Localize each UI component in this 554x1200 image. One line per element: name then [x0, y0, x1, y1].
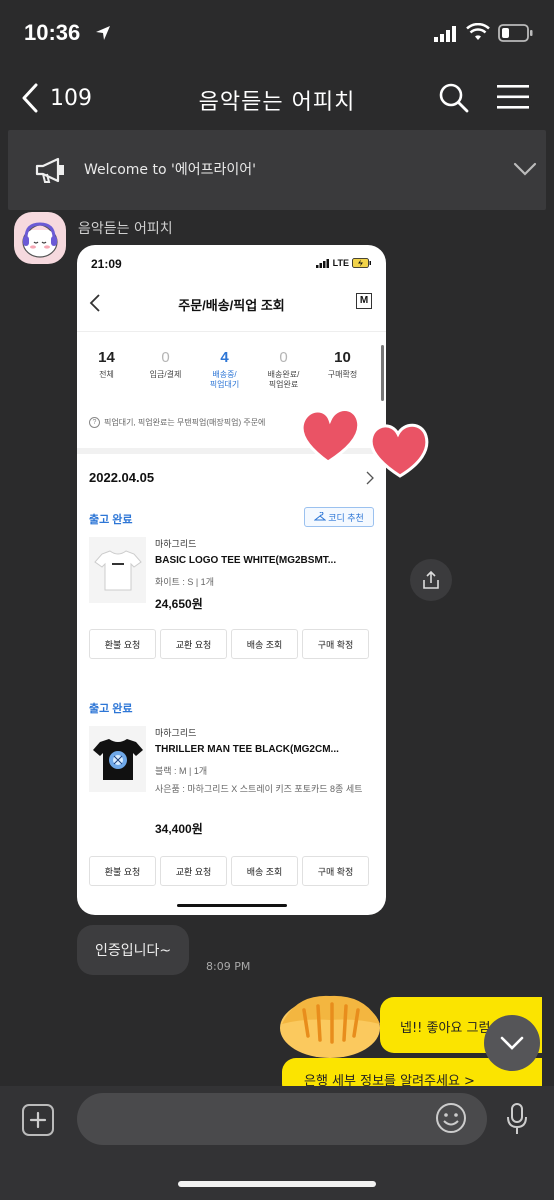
order-status: 출고 완료 — [89, 703, 133, 715]
exchange-request-button: 교환 요청 — [160, 856, 227, 886]
track-delivery-button: 배송 조회 — [231, 629, 298, 659]
microphone-icon[interactable] — [505, 1102, 529, 1136]
stat-label: 배송완료/픽업완료 — [254, 370, 313, 390]
apeach-avatar-icon — [22, 222, 58, 258]
scroll-down-button[interactable] — [484, 1015, 540, 1071]
question-icon: ? — [89, 417, 100, 428]
search-icon[interactable] — [438, 82, 470, 114]
chevron-down-icon — [500, 1036, 524, 1050]
battery-icon — [498, 24, 533, 42]
shot-status-time: 21:09 — [91, 257, 122, 271]
coordi-label: 코디 추천 — [328, 512, 364, 523]
pickup-note: ? 픽업대기, 픽업완료는 무탠픽업(매장픽업) 주문에 — [89, 417, 265, 428]
notice-banner[interactable]: Welcome to '에어프라이어' — [8, 130, 546, 210]
product-name: THRILLER MAN TEE BLACK(MG2CM... — [155, 744, 339, 755]
stat-payment: 0 입금/결제 — [136, 349, 195, 390]
white-tshirt-image — [93, 550, 142, 591]
chat-title: 음악듣는 어피치 — [198, 90, 356, 115]
refund-request-button: 환불 요청 — [89, 629, 156, 659]
stat-label: 전체 — [99, 370, 114, 379]
network-label: LTE — [332, 258, 349, 268]
location-arrow-icon — [96, 26, 110, 40]
exchange-request-button: 교환 요청 — [160, 629, 227, 659]
order-actions: 환불 요청 교환 요청 배송 조회 구매 확정 — [89, 856, 369, 886]
order-status: 출고 완료 — [89, 514, 133, 526]
product-thumbnail — [89, 537, 146, 603]
stat-count: 0 — [279, 349, 288, 366]
dumpling-sticker-icon — [280, 995, 380, 1058]
home-indicator — [178, 1181, 376, 1187]
wifi-icon — [466, 23, 490, 40]
confirm-purchase-button: 구매 확정 — [302, 856, 369, 886]
heart-sticker-icon — [300, 408, 429, 478]
order-stats: 14 전체 0 입금/결제 4 배송중/픽업대기 0 배송완료/픽업완료 10 … — [77, 349, 373, 390]
pickup-note-text: 픽업대기, 픽업완료는 무탠픽업(매장픽업) 주문에 — [104, 418, 266, 427]
received-message[interactable]: 인증입니다~ — [77, 925, 190, 975]
notice-text: Welcome to '에어프라이어' — [84, 162, 256, 178]
stat-count: 4 — [220, 349, 229, 366]
shot-home-indicator — [177, 904, 287, 907]
m-badge: M — [356, 293, 372, 309]
shot-scrollbar — [381, 345, 384, 401]
stat-count: 0 — [161, 349, 170, 366]
cellular-signal-icon — [315, 258, 329, 268]
product-price: 34,400원 — [155, 822, 203, 836]
stat-total: 14 전체 — [77, 349, 136, 390]
message-time: 8:09 PM — [206, 960, 251, 973]
stat-label: 입금/결제 — [149, 370, 182, 379]
shot-header: 주문/배송/픽업 조회 M — [77, 285, 386, 321]
order-date: 2022.04.05 — [89, 470, 155, 485]
product-name: BASIC LOGO TEE WHITE(MG2BSMT... — [155, 555, 337, 566]
product-brand: 마하그리드 — [155, 539, 197, 549]
stat-label: 구매확정 — [327, 370, 358, 379]
status-time: 10:36 — [24, 20, 81, 45]
message-input[interactable] — [77, 1093, 487, 1145]
track-delivery-button: 배송 조회 — [231, 856, 298, 886]
sender-name: 음악듣는 어피치 — [78, 221, 173, 237]
confirm-purchase-button: 구매 확정 — [302, 629, 369, 659]
shot-status-icons: LTE — [315, 258, 372, 268]
shot-title: 주문/배송/픽업 조회 — [178, 298, 285, 313]
product-thumbnail — [89, 726, 146, 792]
plus-icon — [29, 1111, 47, 1129]
refund-request-button: 환불 요청 — [89, 856, 156, 886]
megaphone-icon — [35, 157, 64, 183]
image-message[interactable]: 21:09 LTE 주문/배송/픽업 조회 M 14 전체 0 입금/결제 4 … — [77, 245, 386, 915]
coordi-button: 코디 추천 — [304, 507, 374, 527]
product-option: 화이트 : S | 1개 — [155, 577, 214, 587]
battery-charging-icon — [352, 258, 371, 268]
product-option: 블랙 : M | 1개 — [155, 766, 208, 776]
share-icon — [423, 570, 439, 589]
chevron-down-icon[interactable] — [513, 161, 537, 177]
black-tshirt-image — [92, 739, 143, 780]
cellular-signal-icon — [434, 26, 456, 42]
product-price: 24,650원 — [155, 597, 203, 611]
status-bar: 10:36 — [0, 0, 554, 64]
chat-header: 109 음악듣는 어피치 — [0, 64, 554, 128]
product-gift: 사은품 : 마하그리드 X 스트레이 키즈 포토카드 8종 세트 — [155, 784, 363, 794]
stat-confirmed: 10 구매확정 — [313, 349, 372, 390]
hanger-icon — [314, 512, 327, 521]
divider — [77, 331, 386, 332]
attach-button[interactable] — [22, 1104, 54, 1136]
hamburger-menu-icon[interactable] — [497, 84, 529, 110]
share-button[interactable] — [410, 559, 452, 601]
stat-label-line1: 배송중/ — [212, 370, 237, 379]
stat-count: 14 — [98, 349, 115, 366]
order-actions: 환불 요청 교환 요청 배송 조회 구매 확정 — [89, 629, 369, 659]
stat-label: 배송중/픽업대기 — [195, 370, 254, 390]
emoji-icon[interactable] — [434, 1101, 468, 1135]
stat-label-line2: 픽업대기 — [209, 380, 240, 389]
product-brand: 마하그리드 — [155, 728, 197, 738]
stat-count: 10 — [334, 349, 351, 366]
stat-label-line2: 픽업완료 — [268, 380, 299, 389]
stat-delivered: 0 배송완료/픽업완료 — [254, 349, 313, 390]
avatar[interactable] — [14, 212, 66, 264]
stat-shipping: 4 배송중/픽업대기 — [195, 349, 254, 390]
stat-label-line1: 배송완료/ — [267, 370, 300, 379]
